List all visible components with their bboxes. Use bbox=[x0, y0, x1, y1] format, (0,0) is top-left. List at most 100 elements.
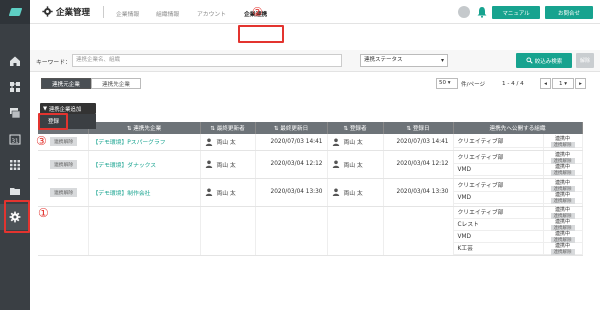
release-link-button[interactable]: 連携解除 bbox=[50, 187, 78, 197]
per-page-select[interactable]: 50 ▾ bbox=[436, 78, 458, 89]
annotation-number-3: ③ bbox=[36, 134, 47, 148]
network-icon[interactable] bbox=[0, 74, 30, 100]
unlink-org-button[interactable]: 連携解除 bbox=[550, 170, 575, 176]
prev-page-button[interactable]: ◂ bbox=[540, 78, 551, 89]
contact-button[interactable]: お問合せ bbox=[545, 6, 593, 19]
public-orgs-cell: クリエイティブ部 bbox=[453, 134, 544, 151]
registrant-name: 両山 太 bbox=[343, 190, 363, 197]
annotation-box-3 bbox=[38, 113, 68, 130]
clear-button[interactable]: 解除 bbox=[576, 53, 594, 68]
user-avatar[interactable] bbox=[458, 6, 470, 18]
table-row: 連携解除 【デモ環境】制作会社 両山 太 2020/03/04 13:30 両山 太 20… bbox=[38, 178, 583, 207]
person-icon bbox=[332, 160, 339, 168]
publish-status-text: 連携中 bbox=[555, 164, 571, 170]
registered-date: 2020/03/04 13:30 bbox=[383, 178, 454, 207]
updater-name: 両山 太 bbox=[216, 140, 236, 147]
org-name: VMD bbox=[453, 231, 543, 243]
tab-source-company[interactable]: 連携元企業 bbox=[41, 78, 91, 89]
tab-target-company[interactable]: 連携先企業 bbox=[91, 78, 141, 89]
unlink-org-button[interactable]: 連携解除 bbox=[550, 198, 575, 204]
tab-account[interactable]: アカウント bbox=[197, 9, 226, 18]
publish-cell: 連携中 連携解除 連携中 連携解除 bbox=[543, 150, 583, 179]
grid-icon[interactable] bbox=[0, 152, 30, 178]
bell-icon[interactable] bbox=[477, 6, 487, 18]
publish-cell: 連携中 連携解除 連携中 連携解除 連携中 連携解除 連携中 連携解除 bbox=[543, 206, 583, 256]
link-status-select[interactable]: 連携ステータス bbox=[360, 54, 448, 67]
annotation-box-1 bbox=[4, 200, 30, 233]
per-page-unit: 件/ページ bbox=[461, 81, 486, 88]
header-target-company[interactable]: ⇅ 連携先企業 bbox=[88, 122, 201, 134]
keyword-input[interactable]: 連携企業名、組織 bbox=[72, 54, 342, 67]
page-range: 1 - 4 / 4 bbox=[502, 80, 524, 87]
manual-button[interactable]: マニュアル bbox=[492, 6, 540, 19]
header-last-updated[interactable]: ⇅ 最終更新日 bbox=[255, 122, 328, 134]
registrant-name: 両山 太 bbox=[343, 140, 363, 147]
org-name: K工芸 bbox=[453, 243, 543, 255]
tab-organization-info[interactable]: 組織情報 bbox=[156, 9, 179, 18]
calendar-icon[interactable]: 31 bbox=[0, 126, 30, 152]
company-link[interactable]: 【デモ環境】Pスパーグラフ bbox=[89, 140, 166, 146]
table-row: 連携解除 【デモ環境】ダナックス 両山 太 2020/03/04 12:12 両山 太 2… bbox=[38, 150, 583, 179]
org-name: VMD bbox=[453, 192, 543, 204]
page-title: 企業管理 bbox=[56, 8, 91, 18]
updater-cell: 両山 太 bbox=[201, 137, 255, 146]
publish-status-text: 連携中 bbox=[555, 206, 571, 213]
publish-status-text: 連携中 bbox=[555, 180, 571, 186]
registered-date: 2020/03/04 12:12 bbox=[383, 150, 454, 179]
release-link-button[interactable]: 連携解除 bbox=[50, 159, 78, 169]
unlink-org-button[interactable]: 連携解除 bbox=[550, 141, 575, 148]
updater-name: 両山 太 bbox=[216, 190, 236, 197]
publish-cell: 連携中 連携解除 bbox=[543, 134, 583, 151]
registrant-name: 両山 太 bbox=[343, 162, 363, 169]
publish-status: 連携中 連携解除 bbox=[543, 135, 582, 148]
header-registrant[interactable]: ⇅ 登録者 bbox=[327, 122, 384, 134]
release-link-button[interactable]: 連携解除 bbox=[50, 137, 78, 147]
header-public-orgs: 連携先へ公開する組織 bbox=[453, 122, 583, 134]
person-icon bbox=[205, 188, 212, 196]
logo-mark bbox=[8, 8, 23, 16]
person-icon bbox=[332, 138, 339, 146]
per-page-value: 50 bbox=[439, 80, 446, 86]
company-link[interactable] bbox=[89, 228, 93, 234]
updater-cell: 両山 太 bbox=[201, 160, 255, 169]
company-link[interactable]: 【デモ環境】ダナックス bbox=[89, 163, 157, 169]
publish-status: 連携中 連携解除 bbox=[543, 164, 582, 176]
updated-date: 2020/03/04 12:12 bbox=[255, 150, 328, 179]
publish-status-text: 連携中 bbox=[555, 152, 571, 158]
org-name: クリエイティブ部 bbox=[453, 136, 543, 148]
tab-company-info[interactable]: 企業情報 bbox=[116, 9, 139, 18]
header-last-updater[interactable]: ⇅ 最終更新者 bbox=[200, 122, 256, 134]
publish-status-text: 連携中 bbox=[555, 135, 571, 142]
person-icon bbox=[332, 188, 339, 196]
publish-status-text: 連携中 bbox=[555, 242, 571, 249]
public-orgs-cell: クリエイティブ部 VMD bbox=[453, 178, 544, 207]
registered-date: 2020/07/03 14:41 bbox=[383, 134, 454, 151]
publish-status-text: 連携中 bbox=[555, 192, 571, 198]
layers-icon[interactable] bbox=[0, 100, 30, 126]
company-link[interactable]: 【デモ環境】制作会社 bbox=[89, 191, 151, 197]
next-page-button[interactable]: ▸ bbox=[575, 78, 586, 89]
org-name: Cレスト bbox=[453, 219, 543, 231]
narrow-search-button[interactable]: 絞込み検索 bbox=[516, 53, 572, 68]
public-orgs-cell: クリエイティブ部 VMD bbox=[453, 150, 544, 179]
home-icon[interactable] bbox=[0, 48, 30, 74]
table-row: 連携解除 【デモ環境】Pスパーグラフ 両山 太 2020/07/03 14:41 両山 … bbox=[38, 134, 583, 151]
updated-date: 2020/07/03 14:41 bbox=[255, 134, 328, 151]
unlink-org-button[interactable]: 連携解除 bbox=[550, 248, 575, 255]
org-name: クリエイティブ部 bbox=[453, 152, 543, 164]
sidebar: 31 bbox=[0, 0, 30, 310]
app-logo[interactable] bbox=[0, 0, 30, 24]
publish-status-text: 連携中 bbox=[555, 230, 571, 237]
updater-name: 両山 太 bbox=[216, 162, 236, 169]
page-select[interactable]: 1 ▾ bbox=[552, 78, 574, 89]
search-bar: キーワード： 連携企業名、組織 連携ステータス 絞込み検索 解除 bbox=[30, 50, 600, 72]
header-registered[interactable]: ⇅ 登録日 bbox=[383, 122, 454, 134]
settings-gear-icon bbox=[42, 6, 53, 17]
updated-date bbox=[255, 206, 328, 256]
org-name: クリエイティブ部 bbox=[453, 180, 543, 192]
main-content: 連携元企業 連携先企業 50 ▾ 件/ページ 1 - 4 / 4 ◂ 1 ▾ ▸… bbox=[30, 72, 600, 310]
publish-cell: 連携中 連携解除 連携中 連携解除 bbox=[543, 178, 583, 207]
company-link-table: ⇅ 連携先企業 ⇅ 最終更新者 ⇅ 最終更新日 ⇅ 登録者 ⇅ 登録日 連携先へ… bbox=[38, 122, 583, 256]
keyword-label: キーワード： bbox=[36, 60, 71, 66]
top-header: 企業管理 企業情報 組織情報 アカウント 企業連携 マニュアル お問合せ bbox=[30, 0, 600, 24]
